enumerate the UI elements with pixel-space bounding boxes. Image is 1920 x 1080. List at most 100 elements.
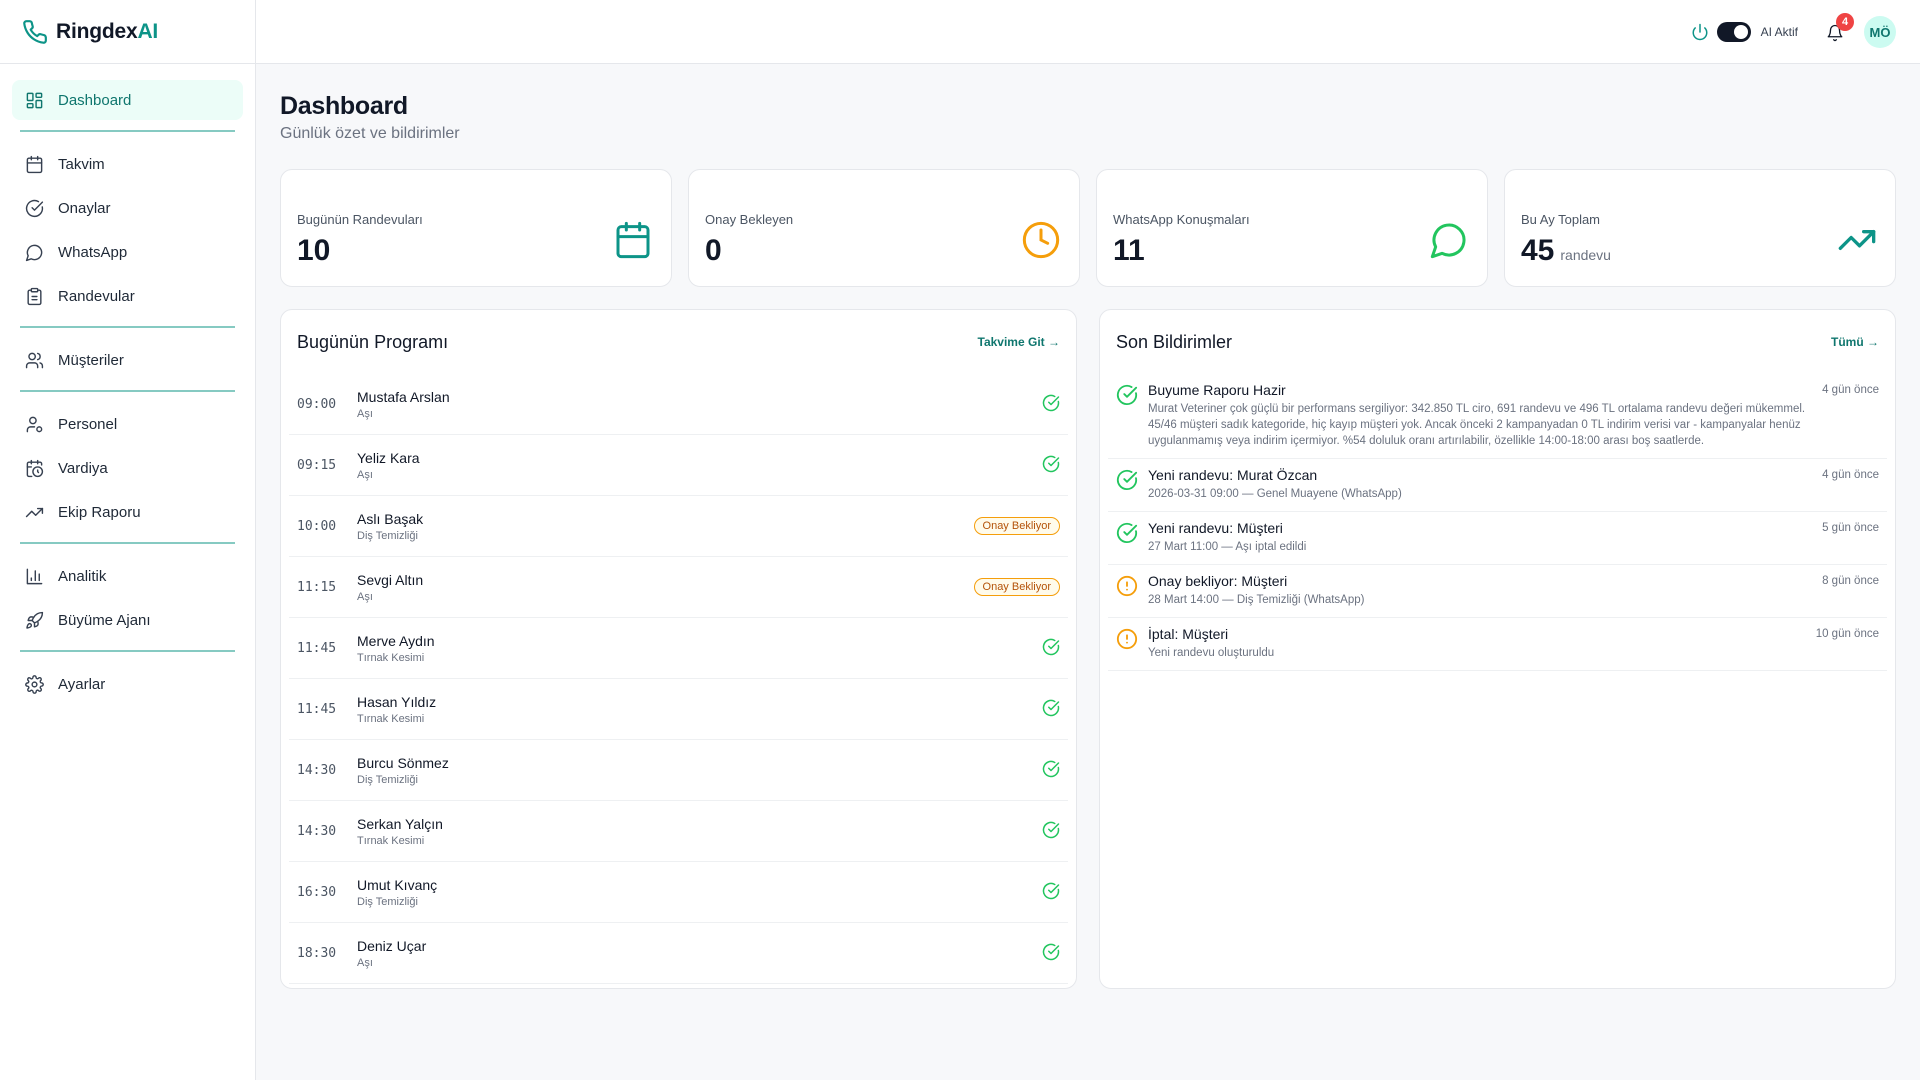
- schedule-row[interactable]: 14:30 Serkan Yalçın Tırnak Kesimi: [289, 801, 1068, 862]
- appointment-time: 18:30: [297, 945, 337, 961]
- stat-value: 45 randevu: [1521, 234, 1611, 267]
- alert-circle-icon: [1116, 628, 1138, 650]
- stat-label: Onay Bekleyen: [705, 212, 794, 227]
- panel-header: Son Bildirimler Tümü →: [1100, 310, 1895, 374]
- confirmed-check-icon: [1042, 394, 1060, 412]
- notification-item[interactable]: Yeni randevu: Müşteri 27 Mart 11:00 — Aşı…: [1108, 512, 1887, 565]
- notification-title: Buyume Raporu Hazir: [1148, 382, 1286, 398]
- appointment-time: 09:15: [297, 457, 337, 473]
- confirmed-check-icon: [1042, 455, 1060, 473]
- service-name: Diş Temizliği: [357, 895, 418, 908]
- service-name: Tırnak Kesimi: [357, 651, 425, 664]
- panel-title: Son Bildirimler: [1116, 331, 1233, 352]
- sidebar-item-onaylar[interactable]: Onaylar: [12, 188, 243, 228]
- avatar[interactable]: MÖ: [1864, 16, 1896, 48]
- trending-up-icon: [1838, 230, 1876, 250]
- notification-item[interactable]: Yeni randevu: Murat Özcan 2026-03-31 09:0…: [1108, 459, 1887, 512]
- sidebar-divider: [20, 130, 235, 132]
- phone-icon: [23, 19, 47, 44]
- view-all-link[interactable]: Tümü →: [1831, 335, 1879, 349]
- schedule-row[interactable]: 10:00 Aslı Başak Diş Temizliği Onay Bekliyo…: [289, 496, 1068, 557]
- appointment-info: Deniz Uçar Aşı: [357, 938, 426, 969]
- bar-chart-icon: [24, 566, 44, 586]
- service-name: Tırnak Kesimi: [357, 834, 425, 847]
- schedule-row[interactable]: 09:15 Yeliz Kara Aşı: [289, 435, 1068, 496]
- appointment-info: Yeliz Kara Aşı: [357, 450, 420, 481]
- confirmed-check-icon: [1042, 882, 1060, 900]
- sidebar-item-vardiya[interactable]: Vardiya: [12, 448, 243, 488]
- sidebar-item-label: Vardiya: [58, 459, 108, 477]
- stat-card-monthly-total[interactable]: Bu Ay Toplam 45 randevu: [1504, 169, 1896, 287]
- sidebar: RingdexAI Dashboard Takvim Onaylar Whats…: [0, 0, 256, 1080]
- schedule-row[interactable]: 18:30 Deniz Uçar Aşı: [289, 923, 1068, 984]
- notification-time: 8 gün önce: [1822, 575, 1879, 587]
- sidebar-item-label: Ekip Raporu: [58, 503, 141, 521]
- sidebar-item-ayarlar[interactable]: Ayarlar: [12, 664, 243, 704]
- customer-name: Yeliz Kara: [357, 449, 420, 466]
- schedule-row[interactable]: 11:45 Merve Aydın Tırnak Kesimi: [289, 618, 1068, 679]
- appointment-info: Serkan Yalçın Tırnak Kesimi: [357, 816, 443, 847]
- power-icon: [1692, 23, 1708, 41]
- schedule-row[interactable]: 09:00 Mustafa Arslan Aşı: [289, 374, 1068, 435]
- schedule-row[interactable]: 16:30 Umut Kıvanç Diş Temizliği: [289, 862, 1068, 923]
- schedule-row[interactable]: 11:45 Hasan Yıldız Tırnak Kesimi: [289, 679, 1068, 740]
- notification-time: 4 gün önce: [1822, 384, 1879, 396]
- sidebar-item-analitik[interactable]: Analitik: [12, 556, 243, 596]
- sidebar-item-takvim[interactable]: Takvim: [12, 144, 243, 184]
- pending-approval-badge[interactable]: Onay Bekliyor: [973, 578, 1060, 596]
- notification-count-badge: 4: [1836, 13, 1854, 31]
- clipboard-list-icon: [24, 286, 44, 306]
- stat-card-today-appointments[interactable]: Bugünün Randevuları 10: [280, 169, 672, 287]
- sidebar-item-randevular[interactable]: Randevular: [12, 276, 243, 316]
- logo[interactable]: RingdexAI: [0, 0, 255, 64]
- notification-body: İptal: Müşteri Yeni randevu oluşturuldu: [1148, 626, 1808, 661]
- go-to-calendar-link[interactable]: Takvime Git →: [978, 335, 1060, 349]
- appointment-status: [1042, 638, 1060, 656]
- notifications-button[interactable]: 4: [1824, 13, 1854, 43]
- pending-approval-badge[interactable]: Onay Bekliyor: [973, 517, 1060, 535]
- sidebar-item-dashboard[interactable]: Dashboard: [12, 80, 243, 120]
- appointment-info: Hasan Yıldız Tırnak Kesimi: [357, 694, 436, 725]
- stat-card-whatsapp-conversations[interactable]: WhatsApp Konuşmaları 11: [1096, 169, 1488, 287]
- appointment-status: [1042, 760, 1060, 778]
- users-icon: [24, 350, 44, 370]
- appointment-time: 11:45: [297, 640, 337, 656]
- notification-body: Yeni randevu: Murat Özcan 2026-03-31 09:0…: [1148, 467, 1808, 502]
- customer-name: Sevgi Altın: [357, 571, 424, 588]
- notification-item[interactable]: Buyume Raporu Hazir Murat Veteriner çok g…: [1108, 374, 1887, 459]
- sidebar-item-whatsapp[interactable]: WhatsApp: [12, 232, 243, 272]
- stats-row: Bugünün Randevuları 10 Onay Bekleyen 0 W…: [280, 169, 1896, 287]
- notification-time: 5 gün önce: [1822, 522, 1879, 534]
- notification-item[interactable]: Onay bekliyor: Müşteri 28 Mart 14:00 — Di…: [1108, 565, 1887, 618]
- schedule-row[interactable]: 14:30 Burcu Sönmez Diş Temizliği: [289, 740, 1068, 801]
- appointment-status: [1042, 821, 1060, 839]
- notification-title: Yeni randevu: Murat Özcan: [1148, 467, 1318, 483]
- notification-title: Onay bekliyor: Müşteri: [1148, 573, 1288, 589]
- appointment-info: Sevgi Altın Aşı: [357, 572, 423, 603]
- ai-toggle[interactable]: [1716, 22, 1751, 42]
- sidebar-item-buyume-ajani[interactable]: Büyüme Ajanı: [12, 600, 243, 640]
- notification-text: 2026-03-31 09:00 — Genel Muayene (WhatsA…: [1148, 488, 1402, 500]
- sidebar-item-label: Müşteriler: [58, 351, 124, 369]
- notification-item[interactable]: İptal: Müşteri Yeni randevu oluşturuldu 10…: [1108, 618, 1887, 671]
- sidebar-item-personel[interactable]: Personel: [12, 404, 243, 444]
- stat-unit: randevu: [1560, 247, 1611, 263]
- sidebar-item-ekip-raporu[interactable]: Ekip Raporu: [12, 492, 243, 532]
- service-name: Aşı: [357, 590, 373, 603]
- stat-value: 11: [1113, 234, 1145, 267]
- check-circle-icon: [1116, 469, 1138, 491]
- chat-bubble-icon: [24, 242, 44, 262]
- check-circle-icon: [1116, 522, 1138, 544]
- panel-header: Bugünün Programı Takvime Git →: [281, 310, 1076, 374]
- gear-icon: [24, 674, 44, 694]
- sidebar-item-label: Randevular: [58, 287, 135, 305]
- appointment-status: [1042, 455, 1060, 473]
- schedule-row[interactable]: 11:15 Sevgi Altın Aşı Onay Bekliyor: [289, 557, 1068, 618]
- user-cog-icon: [24, 414, 44, 434]
- customer-name: Hasan Yıldız: [357, 693, 437, 710]
- toggle-knob: [1733, 25, 1748, 39]
- sidebar-item-label: Onaylar: [58, 199, 111, 217]
- sidebar-item-musteriler[interactable]: Müşteriler: [12, 340, 243, 380]
- stat-card-pending-approval[interactable]: Onay Bekleyen 0: [688, 169, 1080, 287]
- sidebar-item-label: WhatsApp: [58, 243, 128, 261]
